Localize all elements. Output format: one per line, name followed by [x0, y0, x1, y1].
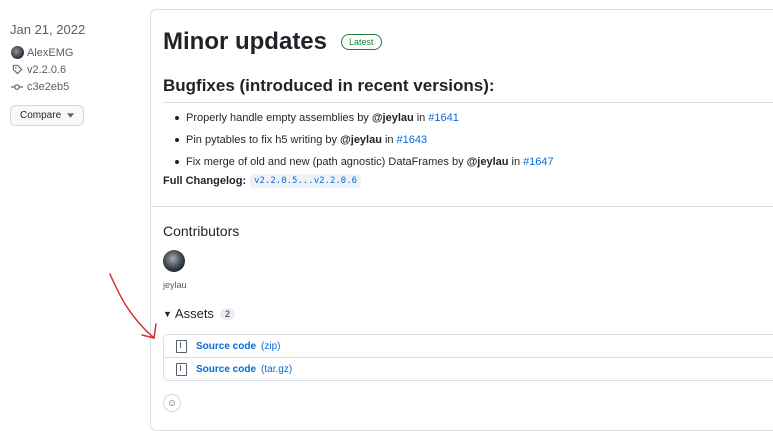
user-mention[interactable]: @jeylau: [372, 107, 414, 129]
tag-icon: [10, 64, 24, 75]
author-avatar: [10, 46, 24, 59]
release-commit[interactable]: c3e2eb5: [10, 78, 140, 95]
assets-toggle[interactable]: ▼ Assets 2: [163, 306, 235, 321]
release-card: Minor updates Latest Bugfixes (introduce…: [150, 9, 773, 431]
compare-button[interactable]: Compare: [10, 105, 85, 126]
release-title[interactable]: Minor updates: [163, 28, 327, 56]
file-zip-icon: [176, 362, 187, 376]
bugfixes-heading: Bugfixes (introduced in recent versions)…: [163, 76, 495, 95]
full-changelog: Full Changelog: v2.2.0.5...v2.2.0.6: [163, 174, 362, 188]
bugfix-list: Properly handle empty assemblies by @jey…: [175, 107, 554, 173]
commit-icon: [10, 82, 24, 92]
chevron-down-icon: [67, 110, 75, 121]
smiley-icon: ☺: [166, 397, 178, 409]
pr-link[interactable]: #1647: [523, 151, 554, 173]
pr-link[interactable]: #1643: [397, 129, 428, 151]
release-tag[interactable]: v2.2.0.6: [10, 61, 140, 78]
release-date: Jan 21, 2022: [10, 22, 86, 37]
list-item[interactable]: Source code (zip): [164, 335, 773, 357]
list-item: Properly handle empty assemblies by @jey…: [175, 107, 554, 129]
list-item: Fix merge of old and new (path agnostic)…: [175, 151, 554, 173]
compare-label: Compare: [20, 110, 62, 121]
assets-list: Source code (zip) Source code (tar.gz): [163, 334, 773, 381]
latest-badge: Latest: [341, 34, 382, 50]
asset-ext[interactable]: (zip): [261, 341, 280, 352]
asset-ext[interactable]: (tar.gz): [261, 364, 292, 375]
changelog-link[interactable]: v2.2.0.5...v2.2.0.6: [250, 174, 362, 188]
assets-count: 2: [219, 307, 235, 320]
assets-heading: Assets: [174, 306, 214, 321]
list-item[interactable]: Source code (tar.gz): [164, 357, 773, 380]
release-meta: Jan 21, 2022 AlexEMG v2.2.0.6 c3e2eb5 Co…: [10, 22, 140, 126]
changelog-label: Full Changelog:: [163, 175, 247, 187]
release-author[interactable]: AlexEMG: [10, 44, 140, 61]
pr-link[interactable]: #1641: [428, 107, 459, 129]
list-item: Pin pytables to fix h5 writing by @jeyla…: [175, 129, 554, 151]
contributors-heading: Contributors: [163, 223, 240, 239]
commit-sha[interactable]: c3e2eb5: [27, 81, 69, 93]
section-divider: [151, 206, 773, 207]
file-zip-icon: [176, 339, 187, 353]
annotation-arrow: [109, 273, 157, 339]
heading-divider: [163, 102, 773, 103]
asset-name[interactable]: Source code: [196, 364, 256, 375]
user-mention[interactable]: @jeylau: [340, 129, 382, 151]
reaction-button[interactable]: ☺: [163, 394, 181, 412]
asset-name[interactable]: Source code: [196, 341, 256, 352]
contributor-name[interactable]: jeylau: [163, 280, 187, 290]
triangle-down-icon: ▼: [163, 308, 172, 319]
author-name[interactable]: AlexEMG: [27, 47, 73, 59]
tag-name[interactable]: v2.2.0.6: [27, 64, 66, 76]
avatar[interactable]: [163, 250, 185, 272]
user-mention[interactable]: @jeylau: [467, 151, 509, 173]
